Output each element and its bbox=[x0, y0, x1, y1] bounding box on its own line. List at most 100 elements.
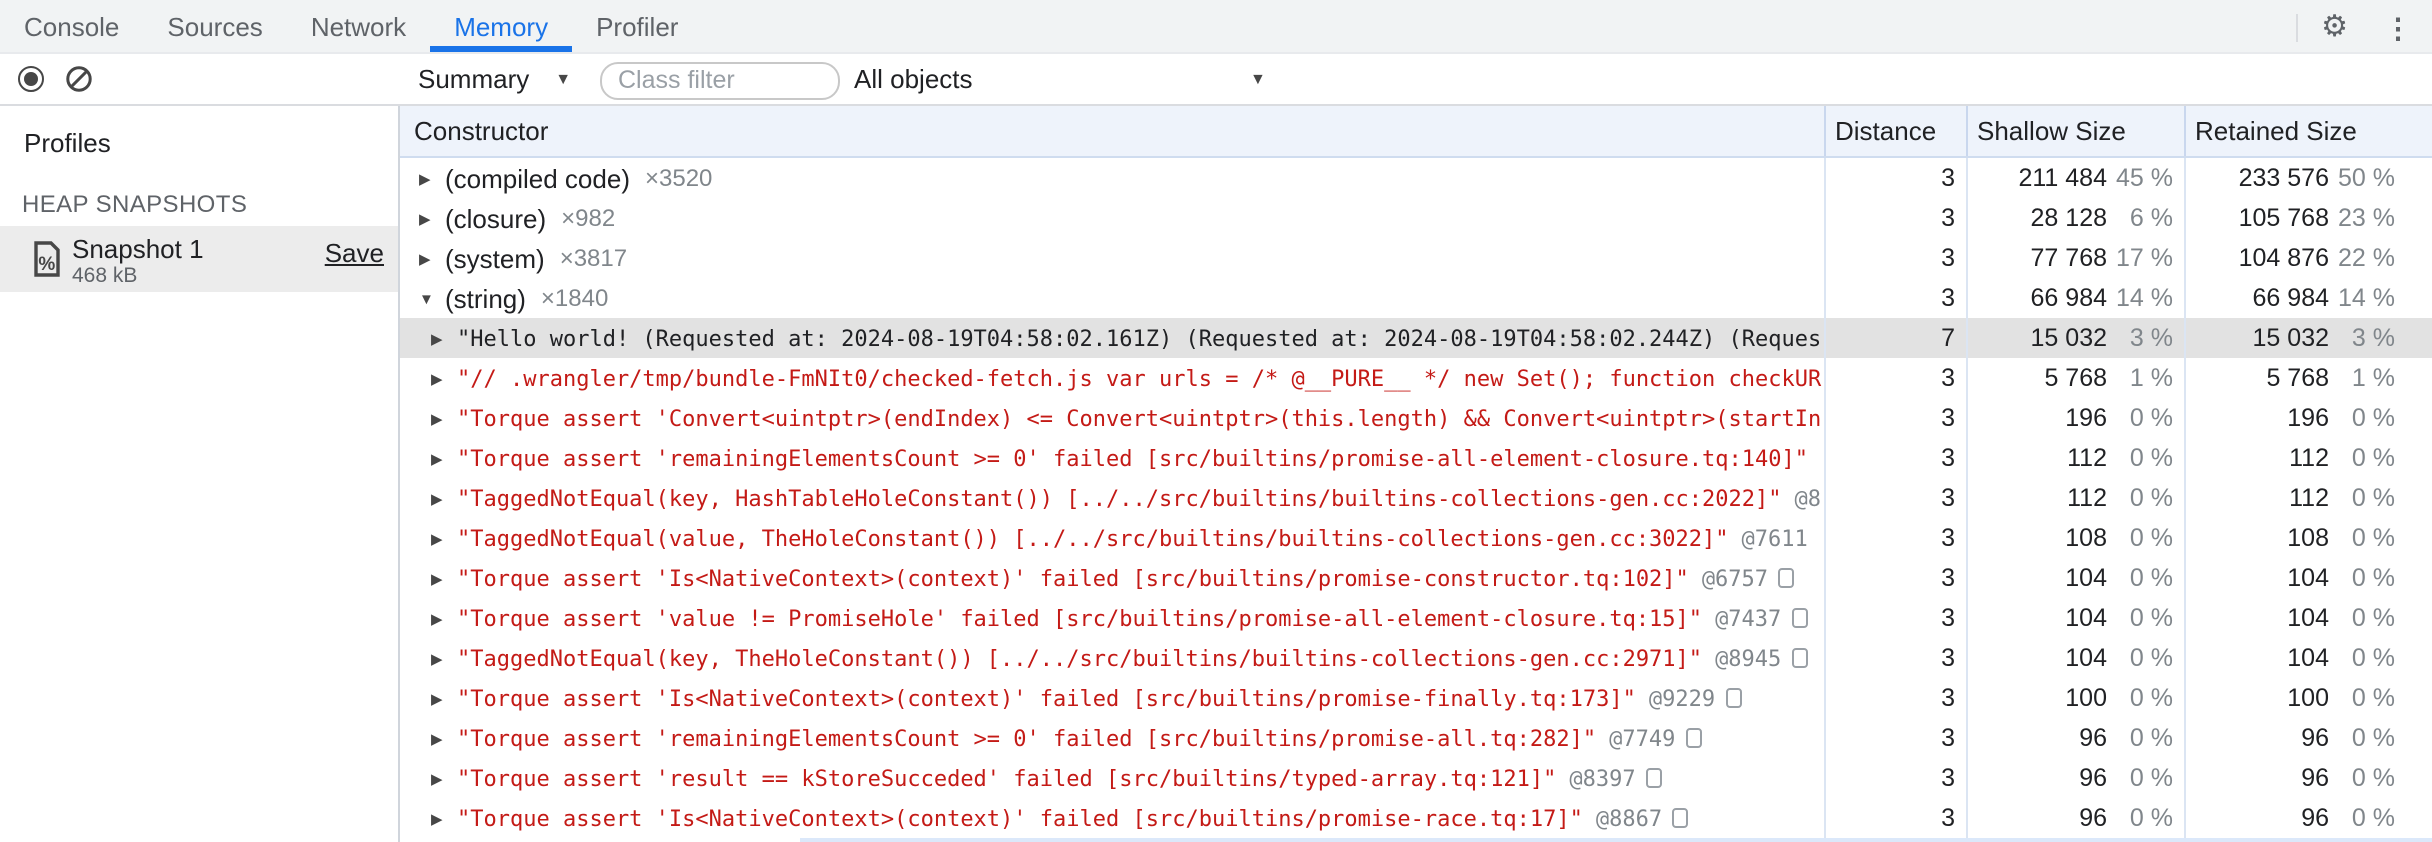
constructor-cell: ▶ "Torque assert 'value != PromiseHole' f… bbox=[400, 598, 1826, 638]
column-header-distance[interactable]: Distance bbox=[1826, 106, 1968, 156]
grid-row[interactable]: ▶ "TaggedNotEqual(key, TheHoleConstant())… bbox=[400, 638, 2432, 678]
heap-snapshot-document-icon: % bbox=[34, 240, 60, 276]
grid-row[interactable]: ▶ "Hello world! (Requested at: 2024-08-19… bbox=[400, 318, 2432, 358]
tab-console[interactable]: Console bbox=[0, 0, 143, 52]
grid-row[interactable]: ▶ "Torque assert 'remainingElementsCount … bbox=[400, 718, 2432, 758]
tab-memory[interactable]: Memory bbox=[430, 0, 573, 52]
shallow-size-value: 196 bbox=[2065, 404, 2107, 432]
reveal-box-icon[interactable] bbox=[1645, 768, 1662, 788]
expand-triangle-icon[interactable]: ▶ bbox=[431, 729, 449, 747]
constructor-cell: ▶ "Torque assert 'Is<NativeContext>(conte… bbox=[400, 558, 1826, 598]
grid-row[interactable]: ▶ "// .wrangler/tmp/bundle-FmNIt0/checked… bbox=[400, 358, 2432, 398]
shallow-size-percent: 0 % bbox=[2129, 644, 2173, 672]
expand-triangle-icon[interactable]: ▶ bbox=[431, 329, 449, 347]
class-filter-input[interactable] bbox=[600, 61, 840, 99]
more-options-kebab-icon[interactable]: ⋮ bbox=[2372, 13, 2424, 41]
retained-size-cell: 112 0 % bbox=[2186, 478, 2432, 518]
expand-triangle-icon[interactable]: ▶ bbox=[419, 209, 437, 227]
tab-sources[interactable]: Sources bbox=[143, 0, 286, 52]
shallow-size-value: 15 032 bbox=[2030, 324, 2107, 352]
expand-triangle-icon[interactable]: ▶ bbox=[431, 409, 449, 427]
shallow-size-cell: 104 0 % bbox=[1968, 638, 2186, 678]
string-preview: "TaggedNotEqual(value, TheHoleConstant()… bbox=[457, 525, 1729, 551]
reveal-box-icon[interactable] bbox=[1791, 648, 1808, 668]
clear-all-profiles-icon[interactable] bbox=[66, 66, 92, 92]
distance-value: 7 bbox=[1941, 324, 1955, 352]
shallow-size-cell: 112 0 % bbox=[1968, 478, 2186, 518]
constructor-cell: ▶ "Torque assert 'Is<NativeContext>(conte… bbox=[400, 798, 1826, 838]
expand-triangle-icon[interactable]: ▶ bbox=[431, 529, 449, 547]
distance-value: 3 bbox=[1941, 364, 1955, 392]
grid-row[interactable]: ▶ "Torque assert 'Convert<uintptr>(endInd… bbox=[400, 398, 2432, 438]
shallow-size-value: 100 bbox=[2065, 684, 2107, 712]
grid-row[interactable]: ▶ (system) ×3817 3 77 768 17 % 104 876 22 % bbox=[400, 238, 2432, 278]
grid-row[interactable]: ▶ "Torque assert 'Is<NativeContext>(conte… bbox=[400, 678, 2432, 718]
column-header-constructor[interactable]: Constructor bbox=[400, 106, 1826, 156]
perspective-select[interactable]: Summary ▼ bbox=[418, 54, 571, 104]
reveal-box-icon[interactable] bbox=[1778, 568, 1795, 588]
string-preview: "Torque assert 'result == kStoreSucceded… bbox=[457, 765, 1557, 791]
grid-row[interactable]: ▶ "Torque assert 'Is<NativeContext>(conte… bbox=[400, 558, 2432, 598]
shallow-size-percent: 0 % bbox=[2129, 444, 2173, 472]
expand-triangle-icon[interactable]: ▶ bbox=[431, 369, 449, 387]
expand-triangle-icon[interactable]: ▶ bbox=[419, 169, 437, 187]
profiles-title: Profiles bbox=[24, 128, 111, 158]
record-dot bbox=[24, 72, 38, 86]
column-header-retained-size[interactable]: Retained Size bbox=[2186, 106, 2432, 156]
shallow-size-percent: 45 % bbox=[2116, 164, 2173, 192]
constructor-cell: ▶ (closure) ×982 bbox=[400, 198, 1826, 238]
shallow-size-value: 96 bbox=[2079, 804, 2107, 832]
object-id: @7611 bbox=[1741, 525, 1808, 551]
expand-triangle-icon[interactable]: ▶ bbox=[431, 489, 449, 507]
heap-view-toolbar: Summary ▼ All objects ▼ bbox=[400, 54, 2432, 104]
save-snapshot-link[interactable]: Save bbox=[325, 237, 384, 267]
distance-value: 3 bbox=[1941, 604, 1955, 632]
expand-triangle-icon[interactable]: ▶ bbox=[431, 649, 449, 667]
tab-network[interactable]: Network bbox=[287, 0, 430, 52]
distance-value: 3 bbox=[1941, 684, 1955, 712]
sidebar-item-snapshot-1[interactable]: % Snapshot 1 468 kB Save bbox=[0, 225, 398, 292]
reveal-box-icon[interactable] bbox=[1725, 688, 1742, 708]
settings-gear-icon[interactable]: ⚙ bbox=[2313, 12, 2356, 42]
grid-row[interactable]: ▶ "Torque assert 'Is<NativeContext>(conte… bbox=[400, 798, 2432, 838]
expand-triangle-icon[interactable]: ▶ bbox=[431, 689, 449, 707]
grid-row[interactable]: ▶ "Torque assert 'value != PromiseHole' f… bbox=[400, 598, 2432, 638]
retained-size-value: 108 bbox=[2287, 524, 2329, 552]
grid-row[interactable]: ▼ (string) ×1840 3 66 984 14 % 66 984 14 % bbox=[400, 278, 2432, 318]
shallow-size-percent: 0 % bbox=[2129, 484, 2173, 512]
grid-row[interactable]: ▶ "TaggedNotEqual(value, TheHoleConstant(… bbox=[400, 518, 2432, 558]
distance-cell: 3 bbox=[1826, 478, 1968, 518]
grid-row[interactable]: ▶ (closure) ×982 3 28 128 6 % 105 768 23 % bbox=[400, 198, 2432, 238]
grid-row[interactable]: ▶ "Torque assert 'result == kStoreSuccede… bbox=[400, 758, 2432, 798]
retained-size-cell: 105 768 23 % bbox=[2186, 198, 2432, 238]
column-header-shallow-size[interactable]: Shallow Size bbox=[1968, 106, 2186, 156]
distance-value: 3 bbox=[1941, 724, 1955, 752]
reveal-box-icon[interactable] bbox=[1685, 728, 1702, 748]
distance-cell: 3 bbox=[1826, 358, 1968, 398]
retained-size-value: 233 576 bbox=[2238, 164, 2329, 192]
objects-filter-select[interactable]: All objects ▼ bbox=[854, 54, 1278, 104]
expand-triangle-icon[interactable]: ▶ bbox=[431, 769, 449, 787]
grid-row[interactable]: ▶ "TaggedNotEqual(key, HashTableHoleConst… bbox=[400, 478, 2432, 518]
record-heap-snapshot-icon[interactable] bbox=[18, 66, 44, 92]
reveal-box-icon[interactable] bbox=[1672, 808, 1689, 828]
distance-cell: 3 bbox=[1826, 798, 1968, 838]
expand-triangle-icon[interactable]: ▶ bbox=[431, 569, 449, 587]
distance-cell: 3 bbox=[1826, 438, 1968, 478]
shallow-size-percent: 3 % bbox=[2129, 324, 2173, 352]
grid-row[interactable]: ▶ "Torque assert 'remainingElementsCount … bbox=[400, 438, 2432, 478]
expand-triangle-icon[interactable]: ▶ bbox=[431, 449, 449, 467]
tab-profiler[interactable]: Profiler bbox=[572, 0, 702, 52]
object-id: @7437 bbox=[1715, 605, 1782, 631]
distance-value: 3 bbox=[1941, 644, 1955, 672]
instance-count: ×1840 bbox=[540, 284, 609, 312]
retained-size-cell: 233 576 50 % bbox=[2186, 158, 2432, 198]
expand-triangle-icon[interactable]: ▶ bbox=[431, 609, 449, 627]
shallow-size-cell: 196 0 % bbox=[1968, 398, 2186, 438]
expand-triangle-icon[interactable]: ▼ bbox=[419, 289, 437, 307]
expand-triangle-icon[interactable]: ▶ bbox=[431, 809, 449, 827]
grid-row[interactable]: ▶ (compiled code) ×3520 3 211 484 45 % 233 576… bbox=[400, 158, 2432, 198]
retained-size-percent: 0 % bbox=[2351, 484, 2395, 512]
reveal-box-icon[interactable] bbox=[1791, 608, 1808, 628]
expand-triangle-icon[interactable]: ▶ bbox=[419, 249, 437, 267]
